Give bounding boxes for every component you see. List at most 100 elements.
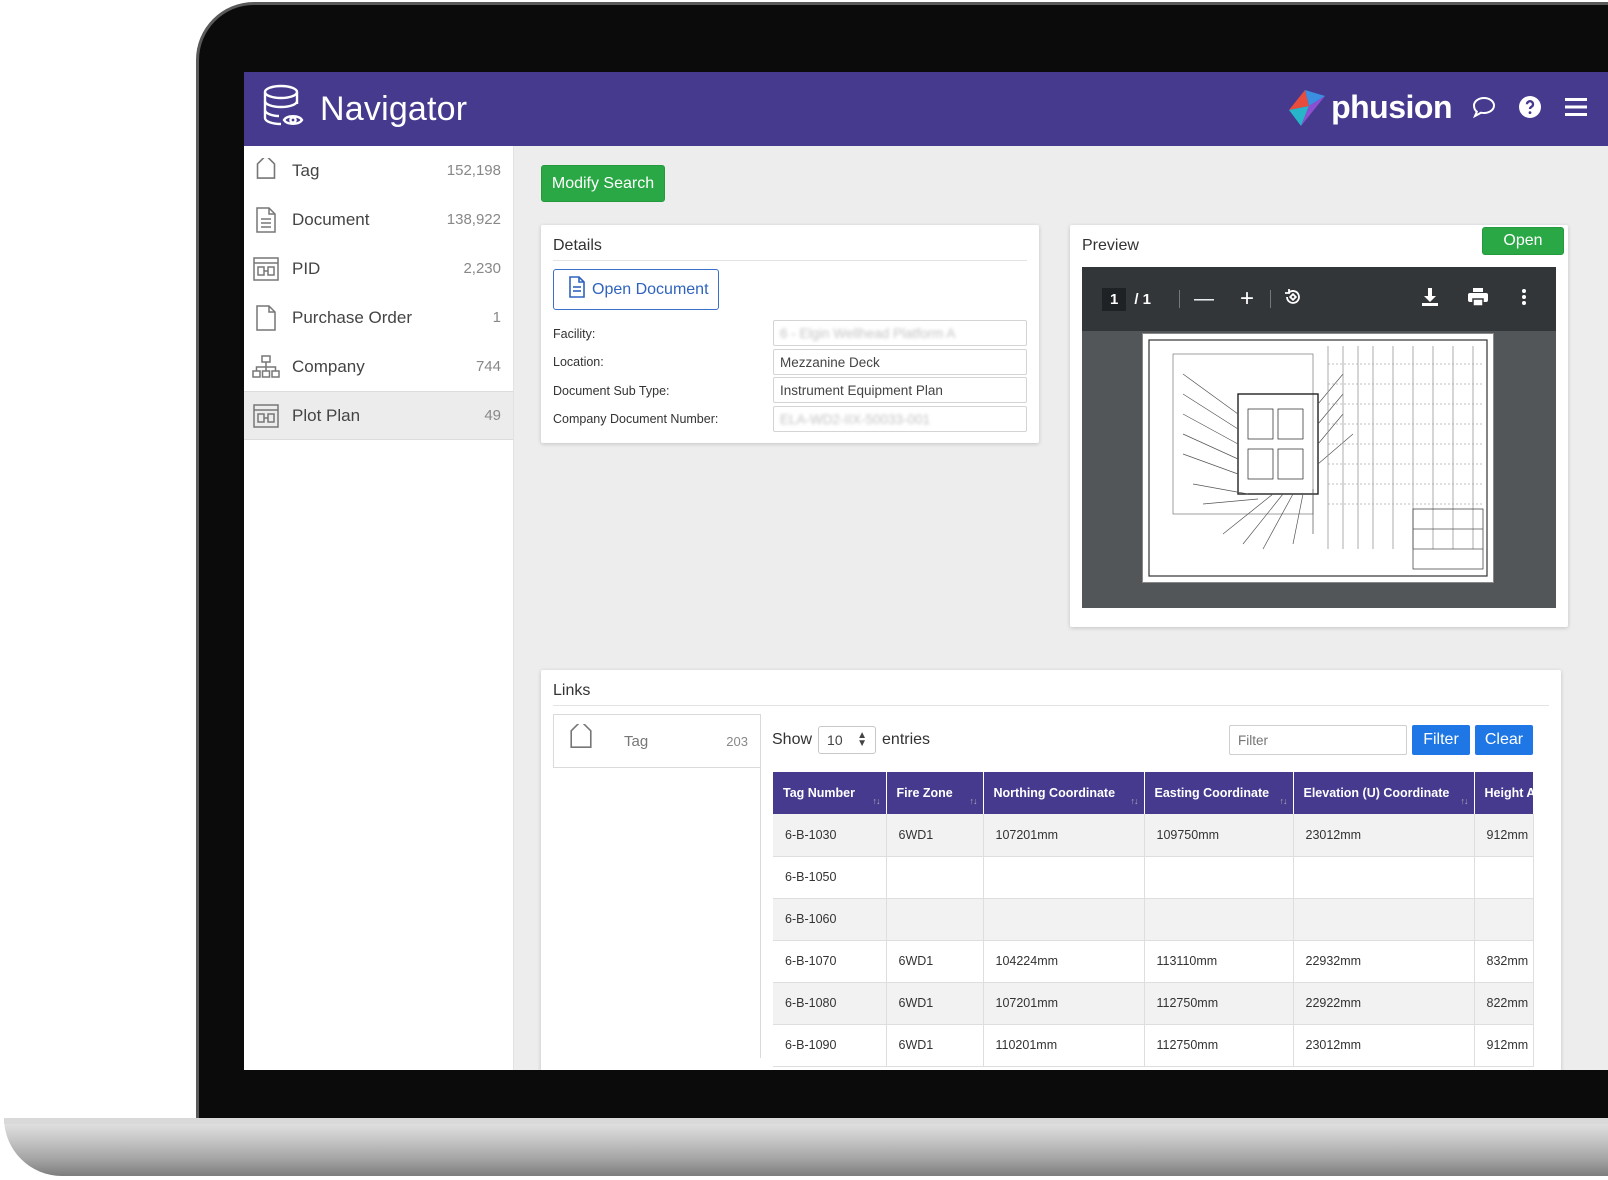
cell-northing: 107201mm	[983, 982, 1145, 1025]
column-header-tag-number[interactable]: Tag Number ↑↓	[773, 772, 887, 814]
company-document-number-value: ELA-WD2-IIX-50033-001	[780, 412, 931, 427]
cell-elevation: 22932mm	[1293, 940, 1475, 983]
help-icon[interactable]	[1516, 93, 1544, 121]
links-tag-item[interactable]: Tag 203	[553, 714, 761, 768]
download-icon[interactable]	[1422, 287, 1438, 311]
zoom-in-icon[interactable]: +	[1240, 285, 1254, 313]
document-sub-type-field[interactable]: Instrument Equipment Plan	[773, 377, 1027, 403]
column-header-northing[interactable]: Northing Coordinate ↑↓	[983, 772, 1145, 814]
cell-fire-zone	[886, 856, 984, 899]
show-label: Show	[772, 731, 813, 748]
app-brand[interactable]: Navigator	[262, 84, 467, 135]
cell-tag-number: 6-B-1060	[773, 898, 887, 941]
entries-select[interactable]: 10 ▲ ▼	[818, 726, 877, 754]
cell-height: 912mm	[1474, 814, 1534, 857]
table-row[interactable]: 6-B-1070 6WD1 104224mm 113110mm 22932mm 832mm	[773, 940, 1534, 983]
sidebar-item-plot-plan[interactable]: Plot Plan 49	[244, 391, 513, 440]
company-document-number-field[interactable]: ELA-WD2-IIX-50033-001	[773, 406, 1027, 432]
filter-input[interactable]	[1229, 725, 1407, 755]
location-field[interactable]: Mezzanine Deck	[773, 349, 1027, 375]
rotate-icon[interactable]	[1283, 287, 1303, 312]
page-number-input[interactable]: 1	[1102, 287, 1127, 311]
document-sub-type-value: Instrument Equipment Plan	[780, 383, 943, 398]
open-document-button[interactable]: Open Document	[553, 269, 719, 310]
chat-bubble-icon[interactable]	[1470, 93, 1498, 121]
modify-search-button[interactable]: Modify Search	[541, 165, 665, 202]
column-header-elevation[interactable]: Elevation (U) Coordinate ↑↓	[1293, 772, 1475, 814]
cell-tag-number: 6-B-1070	[773, 940, 887, 983]
sidebar-item-label: Document	[292, 209, 370, 229]
sidebar-item-document[interactable]: Document 138,922	[244, 195, 513, 244]
sort-icon: ↑↓	[1130, 796, 1139, 806]
column-header-easting[interactable]: Easting Coordinate ↑↓	[1144, 772, 1294, 814]
pdf-page-thumbnail	[1142, 333, 1494, 583]
cell-height	[1474, 856, 1534, 899]
cell-tag-number: 6-B-1080	[773, 982, 887, 1025]
print-icon[interactable]	[1468, 287, 1488, 311]
table-row[interactable]: 6-B-1050	[773, 856, 1534, 899]
preview-card: Preview Open 1 / 1 — +	[1070, 225, 1568, 627]
pdf-viewer: 1 / 1 — +	[1082, 267, 1556, 608]
details-title: Details	[553, 237, 602, 254]
cell-elevation	[1293, 898, 1475, 941]
cell-elevation: 23012mm	[1293, 814, 1475, 857]
cell-northing: 110201mm	[983, 1024, 1145, 1067]
sidebar-item-label: PID	[292, 258, 321, 278]
location-value: Mezzanine Deck	[780, 355, 880, 370]
table-row[interactable]: 6-B-1060	[773, 898, 1534, 941]
table-row[interactable]: 6-B-1090 6WD1 110201mm 112750mm 23012mm 912mm	[773, 1024, 1534, 1067]
document-sub-type-label: Document Sub Type:	[553, 384, 670, 398]
column-header-fire-zone[interactable]: Fire Zone ↑↓	[886, 772, 984, 814]
cell-fire-zone: 6WD1	[886, 982, 984, 1025]
entries-control: Show 10 ▲ ▼ entries	[772, 726, 930, 754]
table-header-row: Tag Number ↑↓ Fire Zone ↑↓ Northing Coordi…	[773, 772, 1534, 814]
column-header-height[interactable]: Height A	[1474, 772, 1534, 814]
cell-easting	[1144, 856, 1294, 899]
sidebar-item-tag[interactable]: Tag 152,198	[244, 146, 513, 195]
cell-elevation: 23012mm	[1293, 1024, 1475, 1067]
cell-height: 832mm	[1474, 940, 1534, 983]
links-table: Tag Number ↑↓ Fire Zone ↑↓ Northing Coordi…	[773, 772, 1534, 1067]
cell-height: 912mm	[1474, 1024, 1534, 1067]
facility-field[interactable]: 6 - Elgin Wellhead Platform A	[773, 320, 1027, 346]
sidebar-item-count: 152,198	[446, 162, 501, 179]
details-card: Details Open Document Facility: 6 - Elgi…	[541, 225, 1039, 443]
cell-northing: 107201mm	[983, 814, 1145, 857]
open-preview-button[interactable]: Open	[1482, 227, 1564, 255]
cell-height: 822mm	[1474, 982, 1534, 1025]
phusion-logo: phusion	[1285, 86, 1452, 128]
filter-button[interactable]: Filter	[1412, 725, 1470, 755]
table-row[interactable]: 6-B-1080 6WD1 107201mm 112750mm 22922mm 822mm	[773, 982, 1534, 1025]
hamburger-menu-icon[interactable]	[1562, 93, 1590, 121]
sidebar-item-label: Plot Plan	[292, 405, 361, 425]
header-actions: phusion	[1285, 86, 1590, 128]
sidebar-item-count: 49	[484, 407, 501, 424]
document-icon	[568, 276, 586, 303]
sort-icon: ↑↓	[969, 796, 978, 806]
zoom-out-icon[interactable]: —	[1194, 288, 1214, 311]
clear-button[interactable]: Clear	[1475, 725, 1533, 755]
sidebar-item-purchase-order[interactable]: Purchase Order 1	[244, 293, 513, 342]
sidebar-item-count: 2,230	[463, 260, 501, 277]
table-row[interactable]: 6-B-1030 6WD1 107201mm 109750mm 23012mm 912mm	[773, 814, 1534, 857]
database-eye-icon	[262, 84, 306, 135]
phusion-wordmark: phusion	[1331, 88, 1452, 125]
app-screen: Navigator phusion Tag 152,198 Document 1…	[244, 72, 1608, 1070]
more-options-icon[interactable]	[1522, 288, 1526, 310]
details-divider	[553, 260, 1027, 261]
sidebar-item-company[interactable]: Company 744	[244, 342, 513, 391]
sidebar-item-count: 744	[475, 358, 501, 375]
cell-northing: 104224mm	[983, 940, 1145, 983]
links-left-divider	[760, 768, 761, 1058]
cell-tag-number: 6-B-1050	[773, 856, 887, 899]
sidebar-item-pid[interactable]: PID 2,230	[244, 244, 513, 293]
cell-fire-zone	[886, 898, 984, 941]
open-document-label: Open Document	[592, 280, 709, 298]
sidebar-item-label: Company	[292, 356, 365, 376]
cell-height	[1474, 898, 1534, 941]
facility-value: 6 - Elgin Wellhead Platform A	[780, 326, 956, 341]
pid-icon	[252, 255, 280, 283]
cell-northing	[983, 898, 1145, 941]
toolbar-separator	[1270, 290, 1272, 308]
tag-icon	[566, 719, 596, 759]
